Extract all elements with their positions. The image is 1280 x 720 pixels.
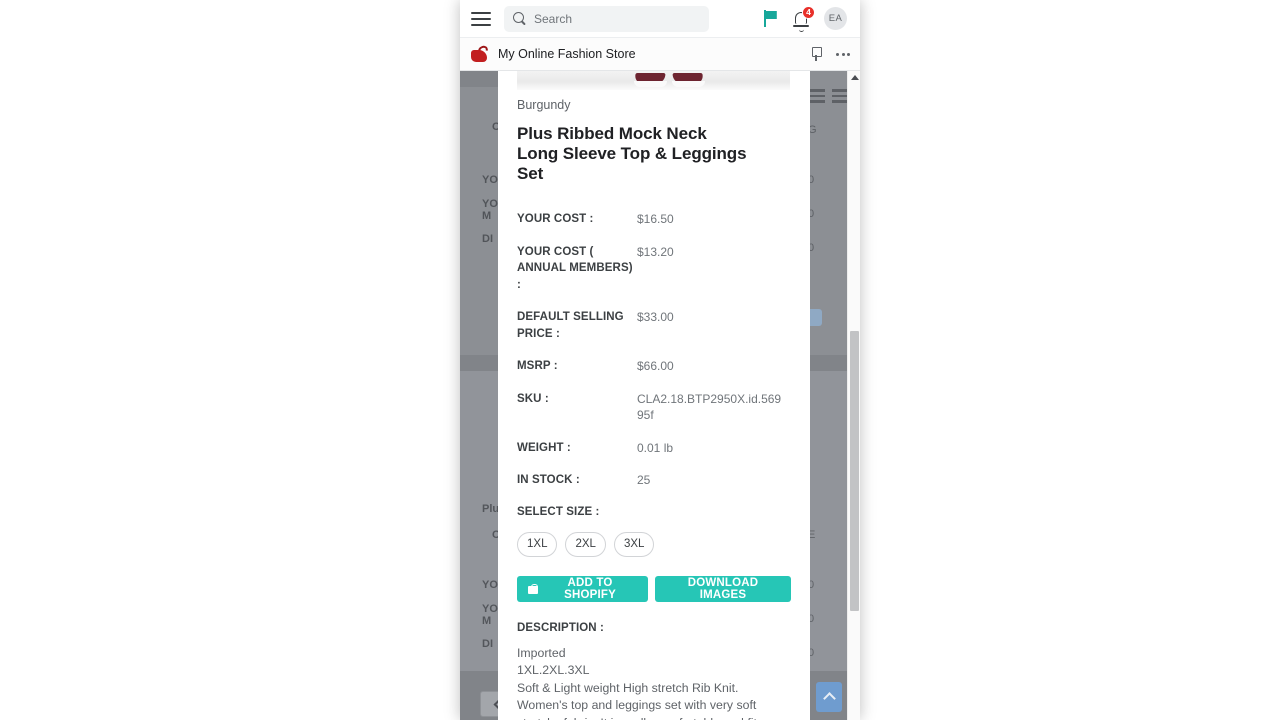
product-spec-value: 0.01 lb	[637, 440, 674, 455]
notifications-button[interactable]: 4	[793, 5, 815, 32]
product-color: Burgundy	[517, 98, 571, 112]
more-options-icon[interactable]	[836, 52, 850, 56]
product-spec-row: YOUR COST ( ANNUAL MEMBERS) : $13.20	[517, 244, 791, 294]
product-spec-row: IN STOCK : 25	[517, 472, 791, 489]
background-menu-icon	[808, 89, 825, 103]
app-bar-actions: 4 EA	[764, 5, 852, 32]
product-spec-value: $16.50	[637, 212, 674, 226]
bell-clapper-icon	[799, 29, 804, 32]
product-spec-label: WEIGHT :	[517, 441, 571, 454]
product-spec-label: YOUR COST :	[517, 213, 594, 225]
product-spec-list: YOUR COST : $16.50 YOUR COST ( ANNUAL MEMB…	[517, 211, 791, 489]
site-header: My Online Fashion Store	[460, 38, 860, 71]
scroll-to-top-button[interactable]	[816, 682, 842, 712]
product-spec-row: DEFAULT SELLING PRICE : $33.00	[517, 309, 791, 342]
description-label: DESCRIPTION :	[517, 621, 604, 634]
product-spec-value: $13.20	[637, 244, 674, 259]
product-spec-row: SKU : CLA2.18.BTP2950X.id.56995f	[517, 391, 791, 424]
product-spec-label: MSRP :	[517, 360, 558, 372]
background-text-fragment: YO	[482, 603, 498, 615]
product-spec-row: YOUR COST : $16.50	[517, 211, 791, 228]
product-spec-value: CLA2.18.BTP2950X.id.56995f	[637, 391, 782, 423]
browser-viewport: Search 4 EA My Online Fashion Store C YO…	[460, 0, 860, 720]
background-text-fragment: YO	[482, 174, 498, 186]
search-input[interactable]: Search	[504, 5, 709, 32]
page-scrollbar[interactable]	[847, 71, 860, 720]
product-spec-value: $33.00	[637, 310, 674, 324]
product-title: Plus Ribbed Mock Neck Long Sleeve Top & …	[517, 124, 747, 183]
product-spec-row: WEIGHT : 0.01 lb	[517, 440, 791, 457]
product-actions: ADD TO SHOPIFY DOWNLOAD IMAGES	[517, 575, 791, 602]
download-images-label: DOWNLOAD IMAGES	[687, 576, 759, 601]
size-selector: 1XL 2XL 3XL	[517, 531, 791, 557]
product-description: Imported 1XL.2XL.3XL Soft & Light weight H…	[517, 645, 763, 720]
background-text-fragment: M	[482, 210, 492, 222]
product-spec-label: YOUR COST ( ANNUAL MEMBERS) :	[517, 245, 633, 291]
select-size-label: SELECT SIZE :	[517, 505, 600, 518]
hamburger-menu-icon[interactable]	[468, 8, 494, 30]
app-bar: Search 4 EA	[460, 0, 860, 38]
size-option-1xl[interactable]: 1XL	[517, 531, 558, 557]
product-spec-value: 25	[637, 473, 651, 487]
background-text-fragment: DI	[482, 233, 493, 245]
product-image	[517, 71, 790, 90]
download-images-button[interactable]: DOWNLOAD IMAGES	[655, 575, 791, 602]
add-to-shopify-button[interactable]: ADD TO SHOPIFY	[517, 575, 649, 602]
notification-badge: 4	[802, 5, 815, 19]
size-option-2xl[interactable]: 2XL	[565, 531, 606, 557]
add-to-shopify-label: ADD TO SHOPIFY	[564, 576, 616, 601]
background-text-fragment: Plu	[482, 503, 500, 515]
shopping-bag-icon	[528, 583, 538, 594]
product-detail-body: Burgundy Plus Ribbed Mock Neck Long Slee…	[498, 90, 810, 720]
product-spec-label: IN STOCK :	[517, 474, 580, 486]
handbag-logo-icon	[470, 44, 490, 62]
screen: Search 4 EA My Online Fashion Store C YO…	[0, 0, 1280, 720]
avatar[interactable]: EA	[824, 7, 847, 30]
search-placeholder: Search	[534, 11, 573, 26]
product-spec-row: MSRP : $66.00	[517, 358, 791, 375]
scrollbar-thumb[interactable]	[850, 331, 859, 611]
product-spec-label: SKU :	[517, 392, 549, 405]
scroll-up-arrow-icon[interactable]	[850, 73, 859, 82]
product-detail-modal: Burgundy Plus Ribbed Mock Neck Long Slee…	[498, 71, 810, 720]
site-title: My Online Fashion Store	[498, 47, 636, 61]
background-text-fragment: M	[482, 615, 492, 627]
product-spec-label: DEFAULT SELLING PRICE :	[517, 311, 624, 340]
pin-icon[interactable]	[810, 46, 822, 62]
product-spec-value: $66.00	[637, 359, 674, 373]
search-icon	[513, 12, 526, 25]
site-header-actions	[810, 46, 850, 62]
chevron-up-icon	[822, 692, 836, 705]
background-text-fragment: DI	[482, 638, 493, 650]
flag-icon[interactable]	[764, 10, 780, 27]
size-option-3xl[interactable]: 3XL	[613, 531, 655, 557]
background-text-fragment: YO	[482, 198, 498, 210]
background-text-fragment: YO	[482, 579, 498, 591]
